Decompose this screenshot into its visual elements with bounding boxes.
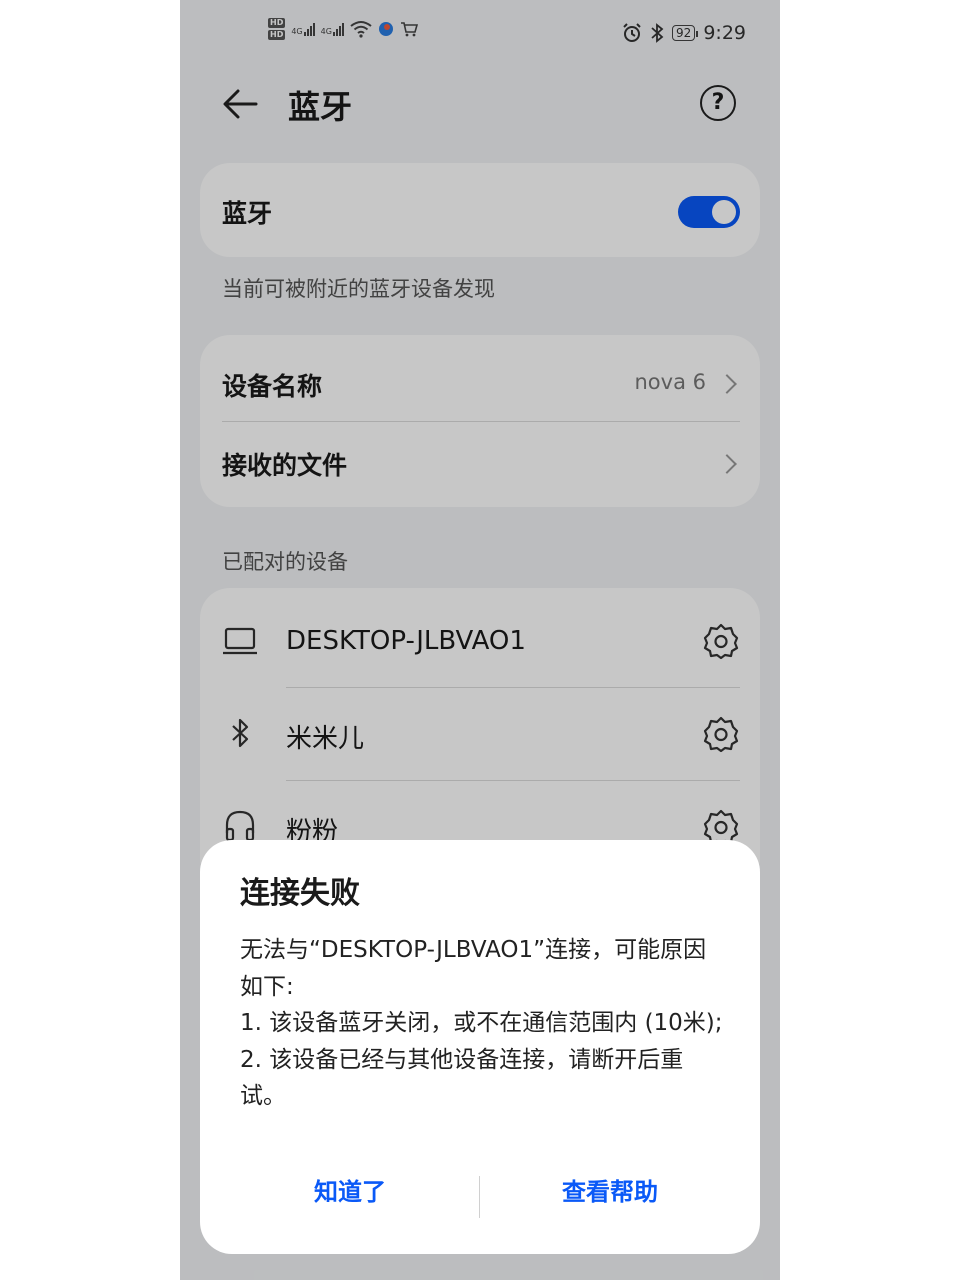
connection-failed-dialog: 连接失败 无法与“DESKTOP-JLBVAO1”连接，可能原因如下: 1. 该… — [200, 840, 760, 1254]
phone-screen: HD HD 4G 4G 92 9:29 蓝牙 ? 蓝牙 当前可被附近的蓝牙设备发… — [180, 0, 780, 1280]
dialog-message: 无法与“DESKTOP-JLBVAO1”连接，可能原因如下: 1. 该设备蓝牙关… — [240, 937, 723, 1109]
ok-button[interactable]: 知道了 — [230, 1172, 470, 1207]
dialog-title: 连接失败 — [240, 876, 360, 911]
view-help-button[interactable]: 查看帮助 — [490, 1172, 730, 1207]
button-divider — [479, 1176, 480, 1218]
